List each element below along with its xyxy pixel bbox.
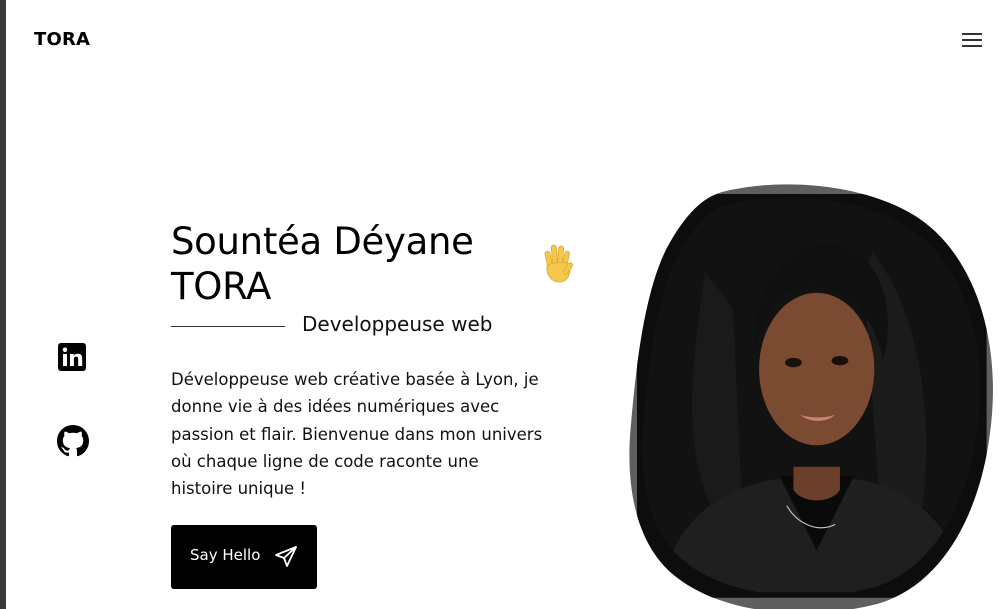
hero-bio: Développeuse web créative basée à Lyon, … (171, 366, 591, 502)
site-logo[interactable]: TORA (34, 29, 90, 50)
send-icon (273, 544, 299, 570)
linkedin-icon[interactable] (57, 342, 89, 374)
bio-line: passion et flair. Bienvenue dans mon uni… (171, 424, 543, 444)
bio-line: histoire unique ! (171, 479, 307, 499)
hero-title-surname: TORA (171, 265, 272, 308)
site-header: TORA (0, 0, 1002, 80)
left-edge-bar (0, 0, 6, 609)
bio-line: Développeuse web créative basée à Lyon, … (171, 370, 539, 389)
subtitle-divider (171, 326, 285, 327)
bio-line: donne vie à des idées numériques avec (171, 397, 500, 417)
waving-hand-icon (538, 242, 578, 286)
profile-photo (627, 184, 995, 609)
hamburger-menu-icon[interactable] (960, 32, 984, 50)
bio-line: où chaque ligne de code raconte une (171, 451, 479, 471)
subtitle-row: Developpeuse web (171, 312, 571, 342)
hero-subtitle: Developpeuse web (302, 312, 493, 336)
hero-title: Sountéa Déyane TORA (171, 219, 531, 309)
hero-title-name: Sountéa Déyane (171, 220, 474, 263)
say-hello-label: Say Hello (190, 546, 261, 564)
say-hello-button[interactable]: Say Hello (171, 525, 317, 589)
github-icon[interactable] (57, 425, 89, 457)
